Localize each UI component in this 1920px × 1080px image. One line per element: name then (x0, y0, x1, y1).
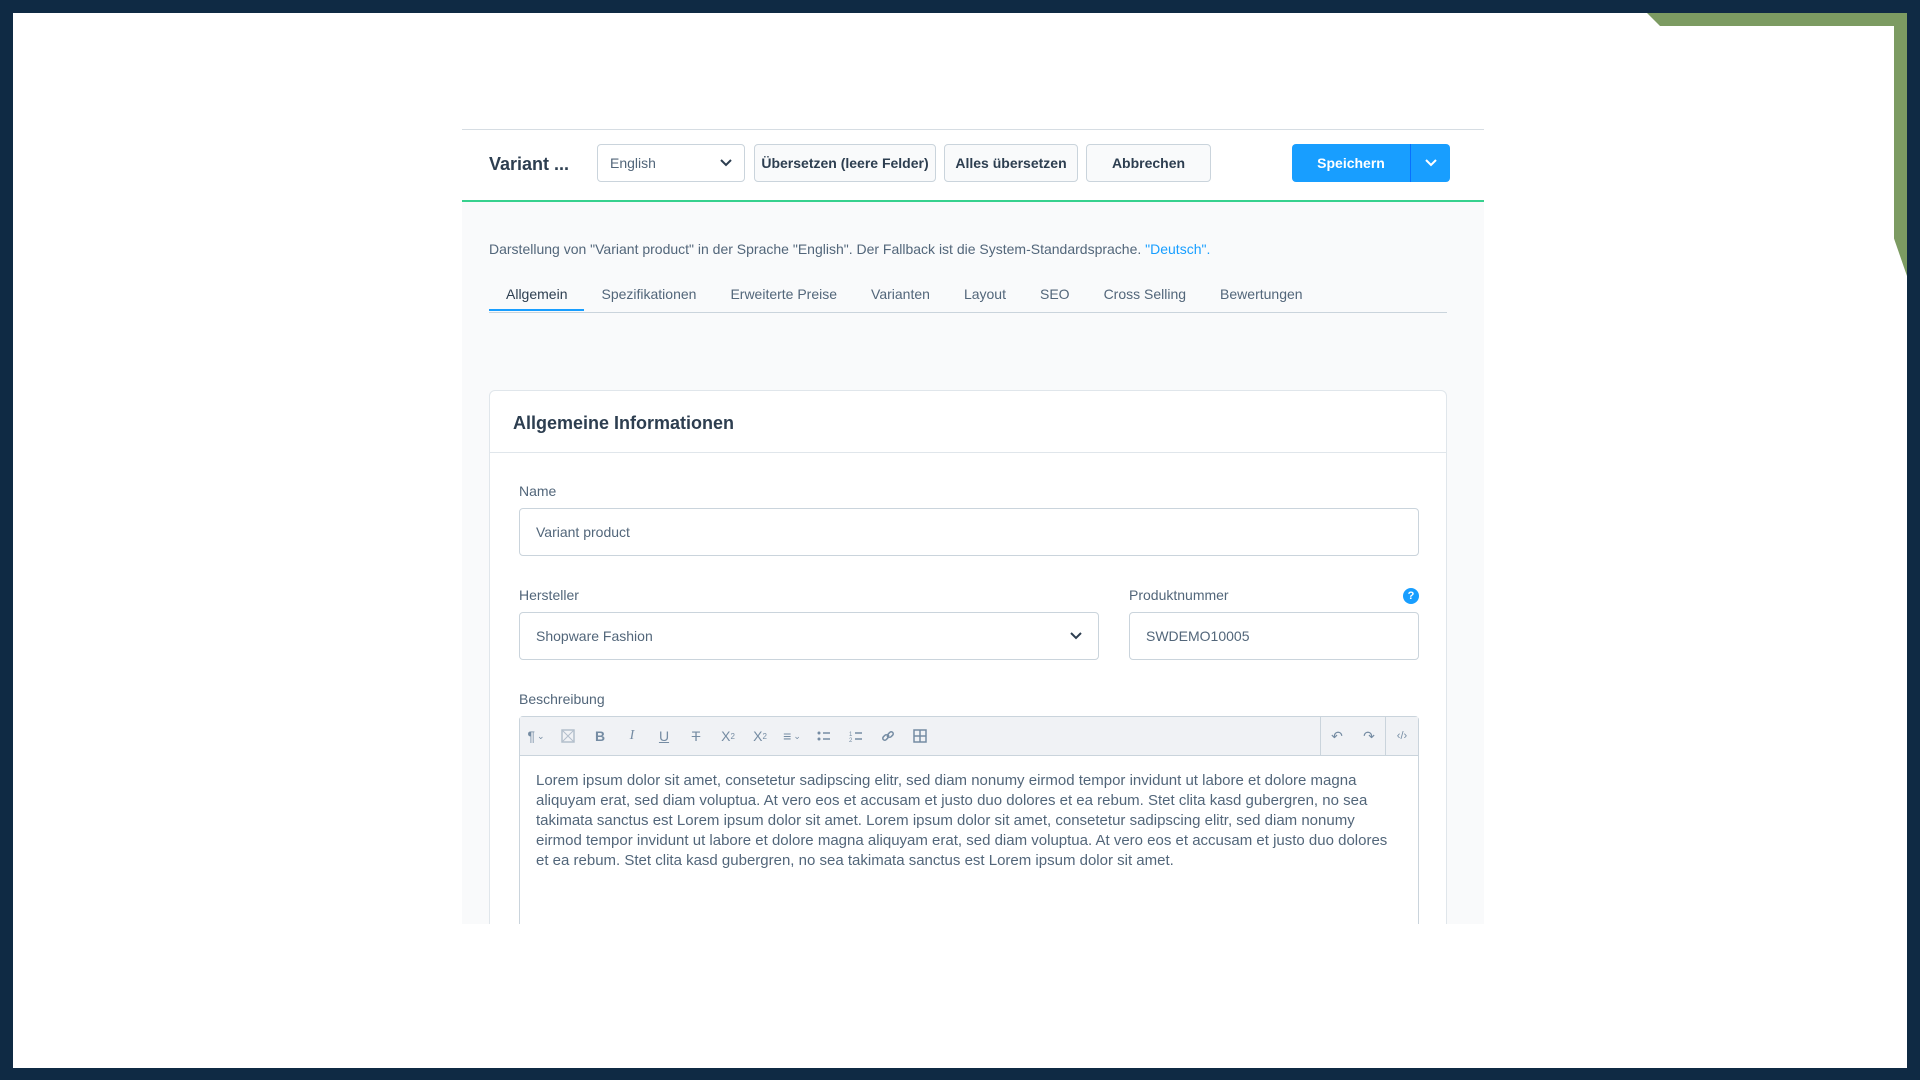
language-value: English (610, 155, 656, 171)
tab-spezifikationen[interactable]: Spezifikationen (584, 284, 713, 311)
italic-icon[interactable]: I (616, 717, 648, 755)
chevron-down-icon (1424, 159, 1437, 167)
chevron-down-icon (720, 159, 732, 167)
redo-icon[interactable]: ↷ (1353, 717, 1385, 755)
description-text: Lorem ipsum dolor sit amet, consetetur s… (536, 772, 1388, 869)
subscript-icon[interactable]: X2 (744, 717, 776, 755)
help-icon[interactable]: ? (1403, 588, 1419, 604)
code-view-icon[interactable]: ‹/› (1386, 717, 1418, 755)
tab-bewertungen[interactable]: Bewertungen (1203, 284, 1320, 311)
tab-cross-selling[interactable]: Cross Selling (1087, 284, 1203, 311)
strikethrough-icon[interactable]: T (680, 717, 712, 755)
align-icon[interactable]: ≡ ⌄ (776, 717, 808, 755)
link-icon[interactable] (872, 717, 904, 755)
editor-toolbar-right: ↶ ↷ ‹/› (1320, 717, 1418, 755)
tab-seo[interactable]: SEO (1023, 284, 1087, 311)
decor-corner-top (1647, 13, 1907, 26)
product-number-input[interactable]: SWDEMO10005 (1129, 612, 1419, 660)
numbered-list-icon[interactable]: 12 (840, 717, 872, 755)
language-switch[interactable]: English (597, 144, 745, 182)
underline-icon[interactable]: U (648, 717, 680, 755)
product-number-label: Produktnummer (1129, 587, 1229, 603)
language-info: Darstellung von "Variant product" in der… (489, 241, 1210, 257)
save-options-button[interactable] (1410, 144, 1450, 182)
superscript-icon[interactable]: X2 (712, 717, 744, 755)
page-title: Variant ... (489, 154, 570, 174)
cancel-button[interactable]: Abbrechen (1086, 144, 1211, 182)
name-input[interactable]: Variant product (519, 508, 1419, 556)
bullet-list-icon[interactable] (808, 717, 840, 755)
save-button[interactable]: Speichern (1292, 144, 1410, 182)
tab-varianten[interactable]: Varianten (854, 284, 947, 311)
manufacturer-value: Shopware Fashion (536, 628, 653, 644)
editor-toolbar: ¶ ⌄ B I U T X2 X2 ≡ ⌄ 12 ↶ ↷ ‹/› (520, 717, 1418, 756)
clear-format-icon[interactable] (552, 717, 584, 755)
tab-allgemein[interactable]: Allgemein (489, 284, 585, 311)
decor-corner-right (1894, 26, 1907, 276)
tab-erweiterte-preise[interactable]: Erweiterte Preise (713, 284, 854, 311)
chevron-down-icon (1070, 632, 1082, 640)
language-info-text: Darstellung von "Variant product" in der… (489, 241, 1146, 257)
manufacturer-select[interactable]: Shopware Fashion (519, 612, 1099, 660)
fallback-language-link[interactable]: "Deutsch". (1145, 241, 1210, 257)
undo-icon[interactable]: ↶ (1321, 717, 1353, 755)
product-detail-screenshot: Variant ... English Übersetzen (leere Fe… (462, 129, 1484, 924)
name-label: Name (519, 483, 557, 499)
product-tabs: Allgemein Spezifikationen Erweiterte Pre… (489, 284, 1447, 313)
smart-bar: Variant ... English Übersetzen (leere Fe… (462, 130, 1484, 202)
slide-frame: Variant ... English Übersetzen (leere Fe… (13, 13, 1907, 1068)
description-label: Beschreibung (519, 691, 605, 707)
manufacturer-label: Hersteller (519, 587, 579, 603)
translate-all-button[interactable]: Alles übersetzen (944, 144, 1078, 182)
general-info-card: Allgemeine Informationen Name Variant pr… (489, 390, 1447, 924)
bold-icon[interactable]: B (584, 717, 616, 755)
translate-empty-button[interactable]: Übersetzen (leere Felder) (754, 144, 936, 182)
product-number-value: SWDEMO10005 (1146, 628, 1250, 644)
paragraph-icon[interactable]: ¶ ⌄ (520, 717, 552, 755)
description-editor[interactable]: ¶ ⌄ B I U T X2 X2 ≡ ⌄ 12 ↶ ↷ ‹/› Lorem i… (519, 716, 1419, 924)
card-title: Allgemeine Informationen (490, 391, 1446, 453)
name-value: Variant product (536, 524, 630, 540)
svg-text:2: 2 (849, 738, 853, 742)
table-icon[interactable] (904, 717, 936, 755)
tab-layout[interactable]: Layout (947, 284, 1023, 311)
